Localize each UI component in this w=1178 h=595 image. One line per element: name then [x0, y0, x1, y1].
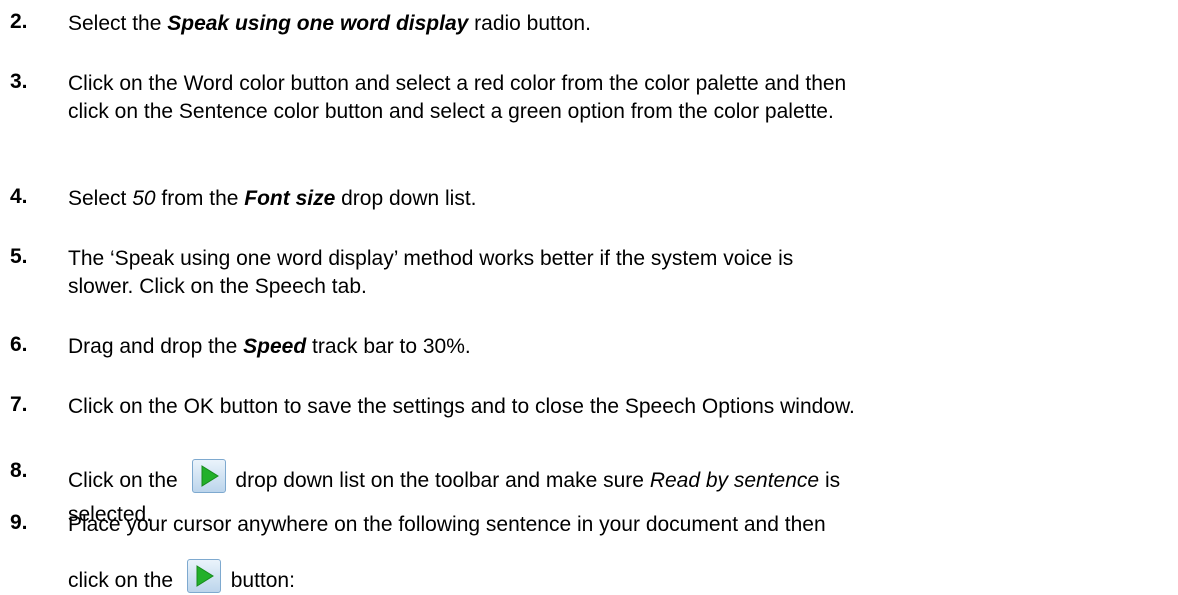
step-line: The ‘Speak using one word display’ metho… [68, 245, 1168, 273]
step-line: Drag and drop the Speed track bar to 30%… [68, 333, 1168, 361]
step-text: Select 50 from the Font size drop down l… [68, 185, 1168, 213]
emphasis-text: Word color [183, 72, 285, 95]
text-run: button: [224, 569, 295, 592]
play-icon [191, 459, 226, 493]
step-number: 4. [10, 185, 28, 208]
step-line: Click on the Word color button and selec… [68, 70, 1168, 98]
text-run: radio button. [468, 12, 591, 35]
step-number: 5. [10, 245, 28, 268]
step-number: 7. [10, 393, 28, 416]
step-number: 6. [10, 333, 28, 356]
step-text: Click on the Word color button and selec… [68, 70, 1168, 126]
text-run: from the [155, 187, 245, 210]
step-text: Click on the OK button to save the setti… [68, 393, 1168, 421]
text-run: button and select a green option from th… [318, 100, 834, 123]
emphasis-text: Speed [243, 335, 307, 358]
emphasis-text: OK [183, 395, 214, 418]
step-line: click on the Sentence color button and s… [68, 98, 1168, 126]
step-text: The ‘Speak using one word display’ metho… [68, 245, 1168, 301]
text-run: The ‘Speak using one word display’ metho… [68, 247, 794, 270]
step-line: Select the Speak using one word display … [68, 10, 1168, 38]
text-run: button and select a red color from the c… [284, 72, 847, 95]
text-run: click on the [68, 569, 179, 592]
text-run: Select [68, 187, 133, 210]
emphasis-text: Speak using one word display [167, 12, 469, 35]
text-run: drop down list on the toolbar and make s… [229, 469, 650, 492]
step-line: slower. Click on the Speech tab. [68, 273, 1168, 301]
emphasis-text: Font size [244, 187, 336, 210]
text-run: Place your cursor anywhere on the follow… [68, 513, 826, 536]
step-number: 2. [10, 10, 28, 33]
step-text: Drag and drop the Speed track bar to 30%… [68, 333, 1168, 361]
text-run: Select the [68, 12, 168, 35]
emphasis-text: Sentence color [178, 100, 319, 123]
text-run: button to save the settings and to close… [213, 395, 855, 418]
text-run: Click on the [68, 72, 184, 95]
step-number: 3. [10, 70, 28, 93]
text-run: is [819, 469, 841, 492]
text-run: Click on the [68, 395, 184, 418]
emphasis-text: Read by sentence [649, 469, 820, 492]
step-line: Select 50 from the Font size drop down l… [68, 185, 1168, 213]
step-number: 9. [10, 511, 28, 534]
emphasis-text: 50 [132, 187, 156, 210]
step-line: Place your cursor anywhere on the follow… [68, 511, 826, 539]
text-run: click on the [68, 100, 179, 123]
play-icon [186, 559, 221, 593]
text-run: slower. Click on the Speech tab. [68, 275, 367, 298]
text-run: Drag and drop the [68, 335, 244, 358]
step-line: Click on the drop down list on the toolb… [68, 459, 840, 495]
step-text: Select the Speak using one word display … [68, 10, 1168, 38]
text-run: track bar to 30%. [306, 335, 471, 358]
text-run: drop down list. [335, 187, 477, 210]
step-line: Click on the OK button to save the setti… [68, 393, 1168, 421]
text-run: Click on the [68, 469, 184, 492]
step-number: 8. [10, 459, 28, 482]
step-line: click on the button: [68, 559, 295, 595]
